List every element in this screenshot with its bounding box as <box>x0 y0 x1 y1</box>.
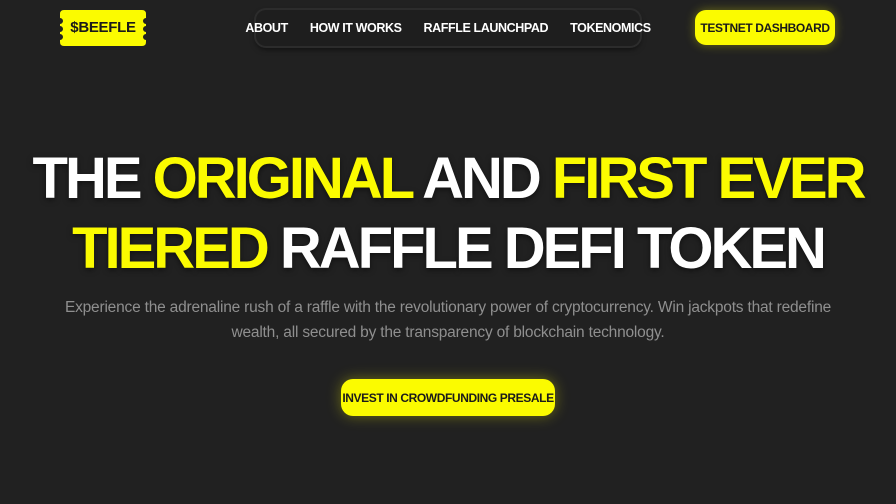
hero-title-part1: THE <box>32 146 153 211</box>
nav-item-tokenomics[interactable]: TOKENOMICS <box>570 21 651 35</box>
hero-title-highlight-original: ORIGINAL <box>152 146 414 211</box>
hero-title-highlight-tiered: TIERED <box>72 216 270 281</box>
nav-item-about[interactable]: ABOUT <box>245 21 288 35</box>
hero-title-part2: AND <box>411 146 552 211</box>
hero-title-highlight-first-ever: FIRST EVER <box>551 146 867 211</box>
hero-title: THE ORIGINAL AND FIRST EVER TIERED RAFFLE… <box>0 144 896 284</box>
invest-presale-button[interactable]: INVEST IN CROWDFUNDING PRESALE <box>341 379 555 416</box>
nav-item-raffle-launchpad[interactable]: RAFFLE LAUNCHPAD <box>424 21 549 35</box>
main-nav: ABOUT HOW IT WORKS RAFFLE LAUNCHPAD TOKE… <box>245 10 651 46</box>
hero-title-part3: RAFFLE DEFI TOKEN <box>266 216 827 281</box>
testnet-dashboard-button[interactable]: TESTNET DASHBOARD <box>695 10 835 45</box>
logo-text[interactable]: $BEEFLE <box>60 10 146 46</box>
logo-ticket[interactable]: $BEEFLE <box>60 10 146 46</box>
hero-subtitle: Experience the adrenaline rush of a raff… <box>64 299 832 341</box>
nav-item-how-it-works[interactable]: HOW IT WORKS <box>310 21 402 35</box>
